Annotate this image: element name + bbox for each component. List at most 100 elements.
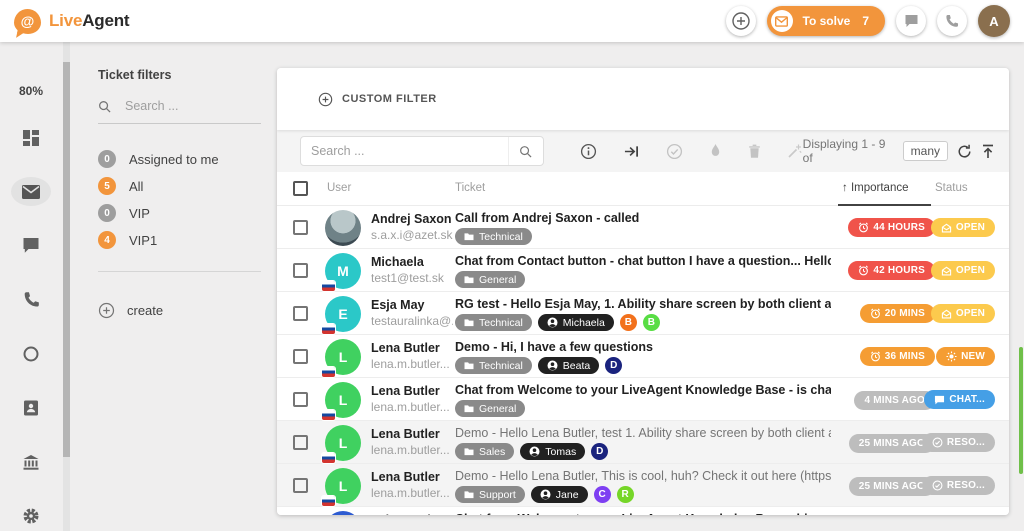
participant-badge[interactable]: B <box>643 314 660 331</box>
ticket-row[interactable]: EEsja Maytestauralinka@...RG test - Hell… <box>277 292 1009 335</box>
row-checkbox[interactable] <box>293 478 308 493</box>
department-tag[interactable]: Support <box>455 486 525 503</box>
merge-icon[interactable] <box>787 143 803 159</box>
filter-item-vip1[interactable]: 4VIP1 <box>98 231 261 249</box>
ticket-title[interactable]: RG test - Hello Esja May, 1. Ability sha… <box>455 297 831 311</box>
scroll-top-icon[interactable] <box>981 144 995 159</box>
participant-badge[interactable]: R <box>617 486 634 503</box>
ticket-info[interactable]: Chat from Welcome to your LiveAgent Know… <box>455 383 831 417</box>
ticket-info[interactable]: Demo - Hi, I have a few questions Technic… <box>455 340 831 374</box>
department-tag[interactable]: Sales <box>455 443 514 460</box>
slovakia-flag-icon <box>322 367 335 377</box>
search-button[interactable] <box>508 137 543 165</box>
row-checkbox[interactable] <box>293 349 308 364</box>
ticket-search[interactable] <box>300 136 544 166</box>
plus-circle-icon <box>318 92 333 107</box>
main-sidebar: 80% <box>0 42 62 531</box>
page-size-selector[interactable]: many <box>903 141 948 161</box>
ticket-info[interactable]: Call from Andrej Saxon - called Technical <box>455 211 831 245</box>
row-checkbox[interactable] <box>293 263 308 278</box>
ticket-title[interactable]: Call from Andrej Saxon - called <box>455 211 831 225</box>
user-avatar[interactable]: A <box>978 5 1010 37</box>
ticket-title[interactable]: Demo - Hi, I have a few questions <box>455 340 831 354</box>
ticket-tags: General <box>455 271 831 288</box>
user-email: lena.m.butler... <box>371 400 453 414</box>
scrollbar-thumb[interactable] <box>63 62 70 457</box>
chats-button[interactable] <box>896 6 926 36</box>
row-checkbox[interactable] <box>293 306 308 321</box>
refresh-icon[interactable] <box>957 144 972 159</box>
ticket-row[interactable]: LLena Butlerlena.m.butler...Demo - Hello… <box>277 421 1009 464</box>
participant-badge[interactable]: D <box>605 357 622 374</box>
create-filter-button[interactable]: create <box>98 302 261 319</box>
add-button[interactable] <box>726 6 756 36</box>
row-checkbox[interactable] <box>293 220 308 235</box>
ticket-tags: General <box>455 400 831 417</box>
department-tag[interactable]: General <box>455 271 525 288</box>
department-tag[interactable]: Technical <box>455 357 532 374</box>
ticket-row[interactable]: LLena Butlerlena.m.butler...Demo - Hello… <box>277 464 1009 507</box>
agent-tag[interactable]: Michaela <box>538 314 614 331</box>
participant-badge[interactable]: D <box>591 443 608 460</box>
department-tag[interactable]: Technical <box>455 228 532 245</box>
calls-button[interactable] <box>937 6 967 36</box>
ticket-title[interactable]: Chat from Welcome to your LiveAgent Know… <box>455 383 831 397</box>
filters-search-input[interactable] <box>123 98 237 114</box>
ticket-info[interactable]: Chat from Welcome to your LiveAgent Know… <box>455 512 831 515</box>
sidebar-item-portal[interactable] <box>11 448 51 477</box>
ticket-info[interactable]: RG test - Hello Esja May, 1. Ability sha… <box>455 297 831 331</box>
ticket-row[interactable]: Andrej Saxons.a.x.i@azet.skCall from And… <box>277 206 1009 249</box>
ticket-search-input[interactable] <box>301 137 508 165</box>
select-all-checkbox[interactable] <box>293 181 308 196</box>
chat-bubble-icon <box>904 14 919 28</box>
sidebar-item-reports[interactable] <box>11 340 51 369</box>
filter-item-all[interactable]: 5All <box>98 177 261 195</box>
ticket-row[interactable]: LLena Butlerlena.m.butler...Chat from We… <box>277 378 1009 421</box>
transfer-icon[interactable] <box>623 144 640 159</box>
participant-badge[interactable]: B <box>620 314 637 331</box>
column-status[interactable]: Status <box>935 182 968 194</box>
row-checkbox[interactable] <box>293 435 308 450</box>
participant-badge[interactable]: C <box>594 486 611 503</box>
ticket-info[interactable]: Demo - Hello Lena Butler, test 1. Abilit… <box>455 426 831 460</box>
ticket-info[interactable]: Chat from Contact button - chat button I… <box>455 254 831 288</box>
liveagent-logo[interactable]: @ LiveAgent <box>14 9 129 34</box>
agent-tag[interactable]: Beata <box>538 357 599 374</box>
chat-widget-tab[interactable] <box>1019 347 1023 474</box>
ticket-info[interactable]: Demo - Hello Lena Butler, This is cool, … <box>455 469 831 503</box>
sidebar-item-chats[interactable] <box>11 231 51 260</box>
filter-item-vip[interactable]: 0VIP <box>98 204 261 222</box>
filter-label: VIP1 <box>129 233 157 248</box>
ticket-row[interactable]: MMichaelatest1@test.skChat from Contact … <box>277 249 1009 292</box>
info-icon[interactable] <box>580 143 597 160</box>
department-tag[interactable]: Technical <box>455 314 532 331</box>
ticket-title[interactable]: Demo - Hello Lena Butler, test 1. Abilit… <box>455 426 831 440</box>
filter-item-assigned-to-me[interactable]: 0Assigned to me <box>98 150 261 168</box>
column-importance[interactable]: ↑ Importance <box>842 182 908 194</box>
tickets-icon <box>21 184 41 200</box>
spam-icon[interactable] <box>709 143 722 159</box>
custom-filter-tab[interactable]: CUSTOM FILTER <box>318 92 437 107</box>
ticket-row[interactable]: JJohnGorden H...Chat from Welcome to you… <box>277 507 1009 515</box>
resolve-icon[interactable] <box>666 143 683 160</box>
row-checkbox[interactable] <box>293 392 308 407</box>
agent-tag[interactable]: Tomas <box>520 443 585 460</box>
slovakia-flag-icon <box>322 453 335 463</box>
to-solve-button[interactable]: To solve 7 <box>767 6 885 36</box>
sidebar-item-settings[interactable] <box>11 502 51 531</box>
sidebar-item-calls[interactable] <box>11 285 51 314</box>
sidebar-item-tickets[interactable] <box>11 177 51 206</box>
ticket-row[interactable]: LLena Butlerlena.m.butler...Demo - Hi, I… <box>277 335 1009 378</box>
department-tag[interactable]: General <box>455 400 525 417</box>
delete-icon[interactable] <box>748 144 761 159</box>
agent-tag[interactable]: Jane <box>531 486 588 503</box>
ticket-title[interactable]: Demo - Hello Lena Butler, This is cool, … <box>455 469 831 483</box>
ticket-title[interactable]: Chat from Welcome to your LiveAgent Know… <box>455 512 831 515</box>
user-email: s.a.x.i@azet.sk <box>371 228 453 242</box>
sidebar-item-contacts[interactable] <box>11 394 51 423</box>
sidebar-scrollbar[interactable] <box>63 42 70 531</box>
ticket-list-card: CUSTOM FILTER Displaying 1 - 9 of many U… <box>277 68 1009 515</box>
filters-search[interactable] <box>98 98 261 124</box>
ticket-title[interactable]: Chat from Contact button - chat button I… <box>455 254 831 268</box>
sidebar-item-dashboard[interactable] <box>11 123 51 152</box>
